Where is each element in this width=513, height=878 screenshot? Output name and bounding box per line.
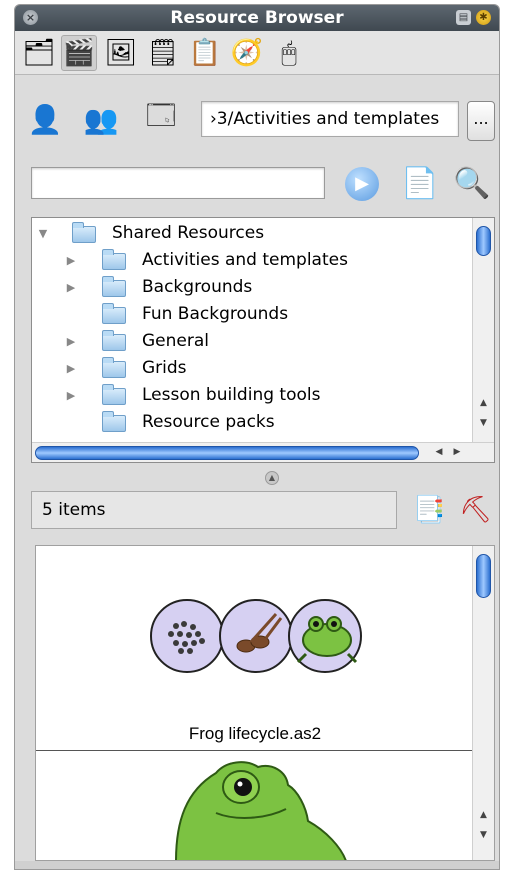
- tree-item-label: Resource packs: [142, 412, 275, 432]
- panel-splitter[interactable]: ▲: [265, 471, 279, 485]
- resource-browser-window: × Resource Browser ▤ ✱ 🗂 🎬 🖼 🗒 📋 🧭 🖱 👤 👥…: [14, 4, 500, 870]
- title-bar: × Resource Browser ▤ ✱: [15, 5, 499, 31]
- resource-preview-list: Frog lifecycle.as2 ▲ ▼: [35, 545, 495, 861]
- tree-item-shared-resources[interactable]: ▼ Shared Resources: [32, 220, 472, 247]
- tree-item-label: Shared Resources: [112, 223, 265, 243]
- computer-resources-button[interactable]: 🗔: [141, 99, 181, 137]
- pages-icon: 🗂: [22, 38, 56, 68]
- tree-item-label: Lesson building tools: [142, 385, 321, 405]
- scroll-down-arrow-icon[interactable]: ▼: [475, 828, 492, 843]
- tree-vertical-thumb[interactable]: [476, 226, 491, 256]
- browser-tabs: 🗂 🎬 🖼 🗒 📋 🧭 🖱: [15, 31, 499, 75]
- resource-item-frog[interactable]: [36, 751, 474, 860]
- user-icon: 👤: [27, 102, 63, 136]
- close-button[interactable]: ×: [23, 10, 38, 25]
- tab-gallery[interactable]: 🎬: [61, 35, 97, 71]
- tree-vertical-scrollbar[interactable]: ▲ ▼: [472, 218, 494, 442]
- close-icon: ×: [25, 11, 36, 24]
- folder-icon: [102, 411, 126, 432]
- tab-lesson-plan[interactable]: 📋: [187, 35, 223, 71]
- disclosure-collapsed-icon[interactable]: ▶: [64, 247, 78, 274]
- my-resources-button[interactable]: 👤: [25, 101, 65, 137]
- minimize-button[interactable]: ▤: [456, 10, 471, 25]
- tree-item-label: Activities and templates: [142, 250, 348, 270]
- tree-item-activities-and-templates[interactable]: ▶ Activities and templates: [32, 247, 472, 274]
- resource-item-frog-lifecycle[interactable]: Frog lifecycle.as2: [36, 546, 474, 750]
- window-title: Resource Browser: [170, 8, 344, 28]
- properties-icon: 📑: [413, 495, 446, 525]
- scroll-up-arrow-icon[interactable]: ▲: [475, 396, 492, 411]
- search-go-button[interactable]: ▶: [345, 167, 379, 201]
- tab-pages[interactable]: 🗂: [21, 35, 57, 71]
- tab-mouse[interactable]: 🖱: [271, 35, 307, 71]
- magnifier-icon: 🔍: [453, 166, 491, 201]
- folder-icon: [102, 384, 126, 405]
- stamp-button[interactable]: ⛏: [459, 493, 493, 527]
- scroll-left-arrow-icon[interactable]: ◀: [432, 445, 446, 460]
- notes-icon: 🗒: [146, 38, 180, 68]
- tab-notes[interactable]: 🗒: [145, 35, 181, 71]
- play-icon: ▶: [355, 173, 369, 194]
- folder-icon: [102, 357, 126, 378]
- tree-item-fun-backgrounds[interactable]: Fun Backgrounds: [32, 301, 472, 328]
- stamp-icon: ⛏: [459, 495, 493, 525]
- tree-item-general[interactable]: ▶ General: [32, 328, 472, 355]
- search-input[interactable]: [31, 167, 325, 199]
- properties-button[interactable]: 📑: [413, 493, 446, 527]
- scroll-right-arrow-icon[interactable]: ▶: [450, 445, 464, 460]
- location-bar: 👤 👥 🗔 ›3/Activities and templates ...: [15, 95, 499, 145]
- scroll-down-arrow-icon[interactable]: ▼: [475, 416, 492, 431]
- search-bar: ▶ 📄 🔍: [15, 163, 499, 207]
- frog-thumbnail: [175, 761, 347, 860]
- disclosure-collapsed-icon[interactable]: ▶: [64, 355, 78, 382]
- gallery-icon: 🎬: [62, 38, 96, 68]
- disclosure-collapsed-icon[interactable]: ▶: [64, 382, 78, 409]
- folder-icon: [102, 303, 126, 324]
- tree-item-label: Grids: [142, 358, 187, 378]
- lesson-plan-icon: 📋: [188, 38, 222, 68]
- tree-item-lesson-building-tools[interactable]: ▶ Lesson building tools: [32, 382, 472, 409]
- tree-item-label: General: [142, 331, 209, 351]
- search-options-button[interactable]: 📄: [401, 165, 438, 203]
- folder-icon: [102, 330, 126, 351]
- options-button[interactable]: ✱: [476, 10, 491, 25]
- disclosure-collapsed-icon[interactable]: ▶: [64, 328, 78, 355]
- tree-item-resource-packs[interactable]: Resource packs: [32, 409, 472, 436]
- document-icon: 📄: [401, 166, 439, 201]
- browse-path-button[interactable]: ...: [467, 101, 495, 141]
- frog-lifecycle-thumbnail: [150, 599, 362, 673]
- tree-horizontal-scrollbar[interactable]: ◀ ▶: [32, 442, 494, 462]
- items-count: 5 items: [31, 491, 397, 529]
- path-field[interactable]: ›3/Activities and templates: [201, 101, 459, 137]
- disclosure-expanded-icon[interactable]: ▼: [36, 220, 50, 247]
- minimize-icon: ▤: [458, 12, 469, 23]
- group-icon: 👥: [83, 102, 119, 136]
- tab-shared-resources[interactable]: 🖼: [103, 35, 139, 71]
- tab-spinner[interactable]: 🧭: [229, 35, 265, 71]
- resize-grip[interactable]: [15, 861, 499, 869]
- mouse-icon: 🖱: [281, 37, 297, 68]
- tree-item-label: Fun Backgrounds: [142, 304, 289, 324]
- tree-item-grids[interactable]: ▶ Grids: [32, 355, 472, 382]
- results-toolbar: 5 items 📑 ⛏: [15, 491, 499, 535]
- tree-item-label: Backgrounds: [142, 277, 253, 297]
- options-icon: ✱: [479, 12, 488, 23]
- disclosure-collapsed-icon[interactable]: ▶: [64, 274, 78, 301]
- spinner-icon: 🧭: [230, 38, 264, 68]
- shared-resources-button[interactable]: 👥: [81, 101, 121, 137]
- folder-icon: [102, 276, 126, 297]
- tree-horizontal-thumb[interactable]: [35, 446, 419, 460]
- folder-icon: [102, 249, 126, 270]
- preview-vertical-thumb[interactable]: [476, 554, 491, 598]
- preview-vertical-scrollbar[interactable]: ▲ ▼: [472, 546, 494, 860]
- scroll-up-arrow-icon[interactable]: ▲: [475, 808, 492, 823]
- tree-item-backgrounds[interactable]: ▶ Backgrounds: [32, 274, 472, 301]
- folder-icon: [72, 222, 96, 243]
- shared-folder-icon: 🗔: [145, 99, 177, 132]
- shared-resources-icon: 🖼: [104, 38, 138, 68]
- folder-tree: ▼ Shared Resources ▶ Activities and temp…: [31, 217, 495, 463]
- resource-item-label: Frog lifecycle.as2: [188, 724, 322, 743]
- find-button[interactable]: 🔍: [453, 165, 491, 203]
